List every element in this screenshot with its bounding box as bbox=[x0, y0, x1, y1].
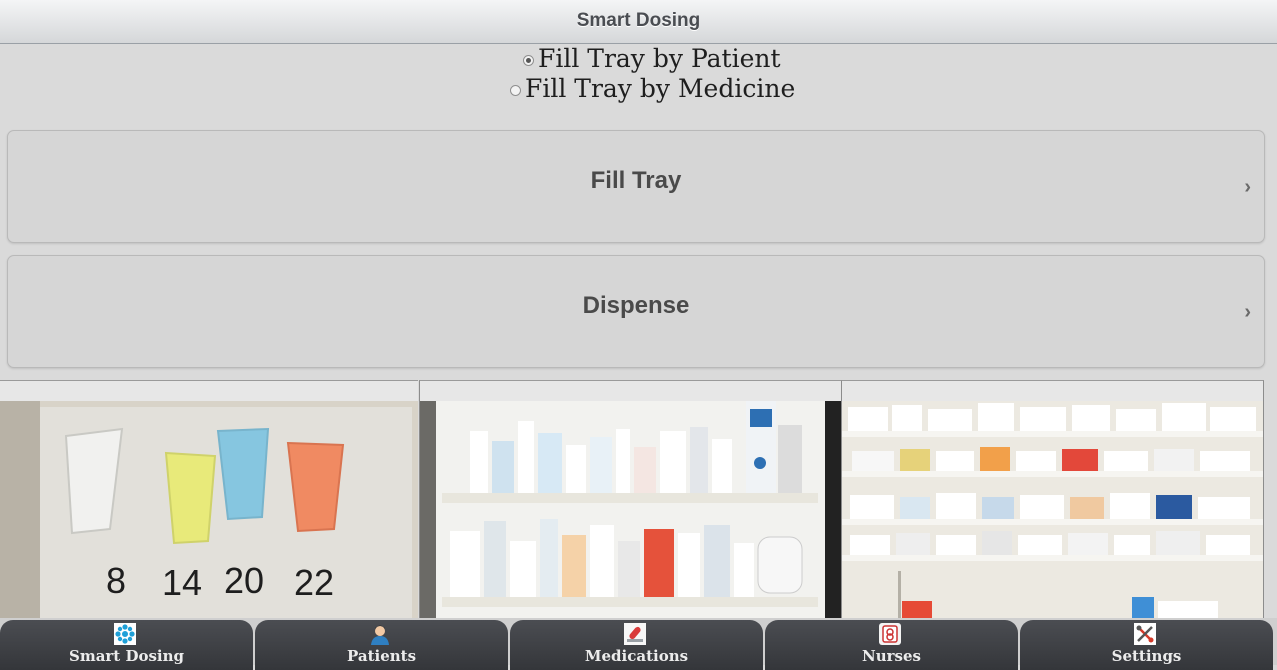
radio-unselected-icon[interactable] bbox=[510, 84, 521, 96]
cup-label-20: 20 bbox=[224, 560, 264, 601]
tab-label: Medications bbox=[584, 647, 689, 665]
tab-label: Smart Dosing bbox=[68, 647, 185, 665]
pharmacy-shelves-image bbox=[842, 401, 1263, 619]
dispense-button[interactable]: Dispense › bbox=[7, 255, 1265, 368]
tab-smart-dosing[interactable]: Smart Dosing bbox=[0, 620, 253, 670]
chevron-right-icon: › bbox=[1244, 301, 1251, 323]
tab-label: Patients bbox=[346, 647, 417, 665]
radio-label: Fill Tray by Patient bbox=[538, 44, 781, 73]
medicine-cabinet-photo[interactable] bbox=[419, 380, 841, 619]
radio-label: Fill Tray by Medicine bbox=[525, 74, 796, 103]
cup-label-22: 22 bbox=[294, 562, 334, 603]
smart-dosing-icon bbox=[114, 623, 136, 645]
patient-icon bbox=[371, 625, 389, 645]
bottom-tab-bar: Smart Dosing Patients Medications Nurses bbox=[0, 618, 1277, 670]
page-title: Smart Dosing bbox=[576, 10, 701, 31]
chevron-right-icon: › bbox=[1244, 176, 1251, 198]
medicine-cabinet-image bbox=[420, 401, 841, 619]
photo-gallery: 8 14 20 22 bbox=[0, 380, 1277, 619]
medication-icon bbox=[624, 623, 646, 645]
tab-settings[interactable]: Settings bbox=[1020, 620, 1273, 670]
settings-icon bbox=[1134, 623, 1156, 645]
radio-fill-by-medicine[interactable]: Fill Tray by Medicine bbox=[510, 74, 795, 104]
fill-mode-radio-group: Fill Tray by Patient Fill Tray by Medici… bbox=[0, 44, 1277, 128]
app-header: Smart Dosing bbox=[0, 0, 1277, 44]
cup-label-14: 14 bbox=[162, 562, 202, 603]
radio-fill-by-patient[interactable]: Fill Tray by Patient bbox=[523, 44, 781, 74]
tab-label: Nurses bbox=[862, 647, 921, 665]
tab-label: Settings bbox=[1111, 647, 1182, 665]
pharmacy-shelves-photo[interactable] bbox=[841, 380, 1264, 619]
tab-nurses[interactable]: Nurses bbox=[765, 620, 1018, 670]
dose-cups-image: 8 14 20 22 bbox=[0, 401, 418, 619]
tab-patients[interactable]: Patients bbox=[255, 620, 508, 670]
radio-selected-icon[interactable] bbox=[523, 54, 534, 66]
dispense-label: Dispense bbox=[582, 292, 690, 319]
tab-medications[interactable]: Medications bbox=[510, 620, 763, 670]
cup-label-8: 8 bbox=[106, 560, 126, 601]
dose-cups-photo[interactable]: 8 14 20 22 bbox=[0, 380, 418, 619]
fill-tray-label: Fill Tray bbox=[590, 167, 682, 194]
nurse-icon bbox=[879, 623, 901, 645]
fill-tray-button[interactable]: Fill Tray › bbox=[7, 130, 1265, 243]
